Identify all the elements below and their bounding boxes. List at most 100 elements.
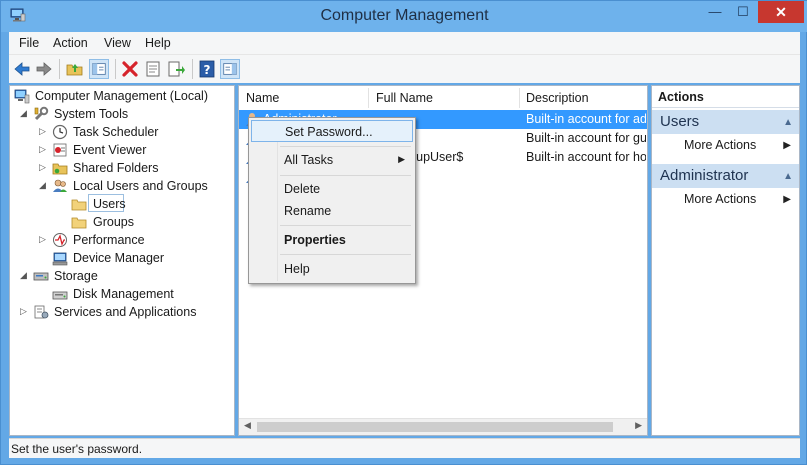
toolbar: ? bbox=[9, 54, 800, 83]
up-folder-icon[interactable] bbox=[65, 59, 85, 79]
tree-label: Services and Applications bbox=[54, 305, 197, 319]
system-tools-icon bbox=[34, 106, 49, 121]
tree-label: Local Users and Groups bbox=[73, 179, 208, 193]
tree-label: Performance bbox=[73, 233, 145, 247]
svg-text:?: ? bbox=[204, 63, 211, 77]
expand-arrow-icon[interactable]: ▷ bbox=[20, 306, 28, 316]
tree-label: Computer Management (Local) bbox=[35, 89, 208, 103]
scroll-left-arrow-icon[interactable]: ◀ bbox=[244, 420, 251, 431]
menu-item-label: Delete bbox=[284, 182, 321, 196]
services-applications-icon bbox=[34, 305, 49, 319]
menu-action[interactable]: Action bbox=[53, 36, 88, 50]
menu-item-label: Rename bbox=[284, 204, 332, 218]
status-bar: Set the user's password. bbox=[9, 438, 800, 458]
toolbar-separator bbox=[115, 59, 116, 79]
actions-section-administrator[interactable]: Administrator ▲ bbox=[652, 164, 799, 188]
device-manager-icon bbox=[52, 252, 68, 266]
expand-arrow-icon[interactable]: ▷ bbox=[39, 144, 47, 154]
more-actions-administrator[interactable]: More Actions bbox=[684, 192, 756, 206]
disk-management-icon bbox=[52, 291, 68, 300]
window-title: Computer Management bbox=[320, 7, 489, 24]
menu-bar: File Action View Help bbox=[9, 32, 800, 54]
menu-item-set-password[interactable]: Set Password... bbox=[251, 120, 413, 142]
collapse-arrow-icon[interactable]: ◢ bbox=[20, 270, 28, 280]
collapse-arrow-icon[interactable]: ◢ bbox=[20, 108, 28, 118]
menu-item-delete[interactable]: Delete bbox=[251, 178, 413, 200]
menu-separator bbox=[280, 254, 411, 255]
shared-folder-icon bbox=[52, 163, 68, 175]
more-actions-users[interactable]: More Actions bbox=[684, 138, 756, 152]
scroll-thumb[interactable] bbox=[257, 422, 613, 432]
tree-label: Event Viewer bbox=[73, 143, 147, 157]
computer-management-window: Computer Management — ☐ ✕ File Action Vi… bbox=[0, 0, 807, 465]
expand-arrow-icon[interactable]: ▷ bbox=[39, 162, 47, 172]
submenu-arrow-icon: ▶ bbox=[398, 154, 405, 164]
collapse-arrow-icon[interactable]: ◢ bbox=[39, 180, 47, 190]
event-viewer-icon bbox=[53, 143, 67, 157]
folder-icon bbox=[71, 217, 87, 229]
menu-item-label: Help bbox=[284, 262, 310, 276]
export-list-icon[interactable] bbox=[166, 59, 186, 79]
expand-arrow-icon[interactable]: ▷ bbox=[39, 126, 47, 136]
user-full-name-cell: roupUser$ bbox=[405, 150, 464, 164]
menu-item-label: Properties bbox=[284, 233, 346, 247]
menu-view[interactable]: View bbox=[104, 36, 131, 50]
menu-separator bbox=[280, 225, 411, 226]
horizontal-scrollbar[interactable]: ◀ ▶ bbox=[239, 418, 647, 435]
delete-icon[interactable] bbox=[120, 59, 140, 79]
menu-item-properties[interactable]: Properties bbox=[251, 229, 413, 251]
menu-item-label: Set Password... bbox=[285, 125, 373, 139]
menu-separator bbox=[280, 175, 411, 176]
tree-label: Device Manager bbox=[73, 251, 165, 265]
menu-help[interactable]: Help bbox=[145, 36, 171, 50]
tree-label: Task Scheduler bbox=[73, 125, 159, 139]
menu-item-help[interactable]: Help bbox=[251, 258, 413, 280]
tree-label: System Tools bbox=[54, 107, 129, 121]
storage-icon bbox=[33, 272, 49, 281]
clock-icon bbox=[52, 124, 68, 140]
tree-label: Shared Folders bbox=[73, 161, 159, 175]
menu-separator bbox=[280, 146, 411, 147]
title-bar[interactable]: Computer Management — ☐ ✕ bbox=[1, 1, 807, 32]
actions-section-users[interactable]: Users ▲ bbox=[652, 110, 799, 134]
menu-item-rename[interactable]: Rename bbox=[251, 200, 413, 222]
menu-item-all-tasks[interactable]: All Tasks ▶ bbox=[251, 149, 413, 171]
show-hide-action-pane-icon[interactable] bbox=[220, 59, 240, 79]
computer-management-icon bbox=[14, 89, 30, 104]
actions-section-title: Users bbox=[660, 113, 700, 130]
tree-label: Storage bbox=[54, 269, 98, 283]
collapse-triangle-icon[interactable]: ▲ bbox=[783, 117, 793, 128]
performance-icon bbox=[53, 233, 67, 247]
context-menu: Set Password... All Tasks ▶ Delete Renam… bbox=[248, 117, 416, 284]
scroll-right-arrow-icon[interactable]: ▶ bbox=[635, 420, 642, 431]
collapse-triangle-icon[interactable]: ▲ bbox=[783, 171, 793, 182]
menu-file[interactable]: File bbox=[19, 36, 39, 50]
tree-label: Users bbox=[93, 197, 126, 211]
minimize-button[interactable]: — bbox=[701, 1, 729, 23]
toolbar-separator bbox=[192, 59, 193, 79]
toolbar-separator bbox=[59, 59, 60, 79]
close-button[interactable]: ✕ bbox=[758, 1, 804, 23]
actions-header: Actions bbox=[652, 86, 799, 108]
menu-item-label: All Tasks bbox=[284, 153, 334, 167]
user-description-cell: Built-in account for ho bbox=[526, 150, 646, 164]
maximize-button[interactable]: ☐ bbox=[729, 1, 757, 23]
show-hide-console-tree-icon[interactable] bbox=[89, 59, 109, 79]
actions-section-title: Administrator bbox=[660, 167, 749, 184]
console-tree-pane[interactable]: Computer Management (Local) ◢ System Too… bbox=[9, 85, 235, 436]
user-description-cell: Built-in account for ad bbox=[526, 112, 646, 126]
help-icon[interactable]: ? bbox=[197, 59, 217, 79]
column-divider[interactable] bbox=[519, 88, 520, 108]
tree-label: Groups bbox=[93, 215, 134, 229]
expand-arrow-icon[interactable]: ▷ bbox=[39, 234, 47, 244]
user-description-cell: Built-in account for gu bbox=[526, 131, 646, 145]
users-groups-icon bbox=[53, 179, 67, 192]
properties-icon[interactable] bbox=[143, 59, 163, 79]
submenu-arrow-icon[interactable]: ▶ bbox=[783, 140, 791, 151]
folder-icon bbox=[71, 199, 87, 211]
column-divider[interactable] bbox=[368, 88, 369, 108]
submenu-arrow-icon[interactable]: ▶ bbox=[783, 194, 791, 205]
forward-arrow-icon[interactable] bbox=[34, 59, 54, 79]
back-arrow-icon[interactable] bbox=[12, 59, 32, 79]
actions-pane: Actions Users ▲ More Actions ▶ Administr… bbox=[651, 85, 800, 436]
